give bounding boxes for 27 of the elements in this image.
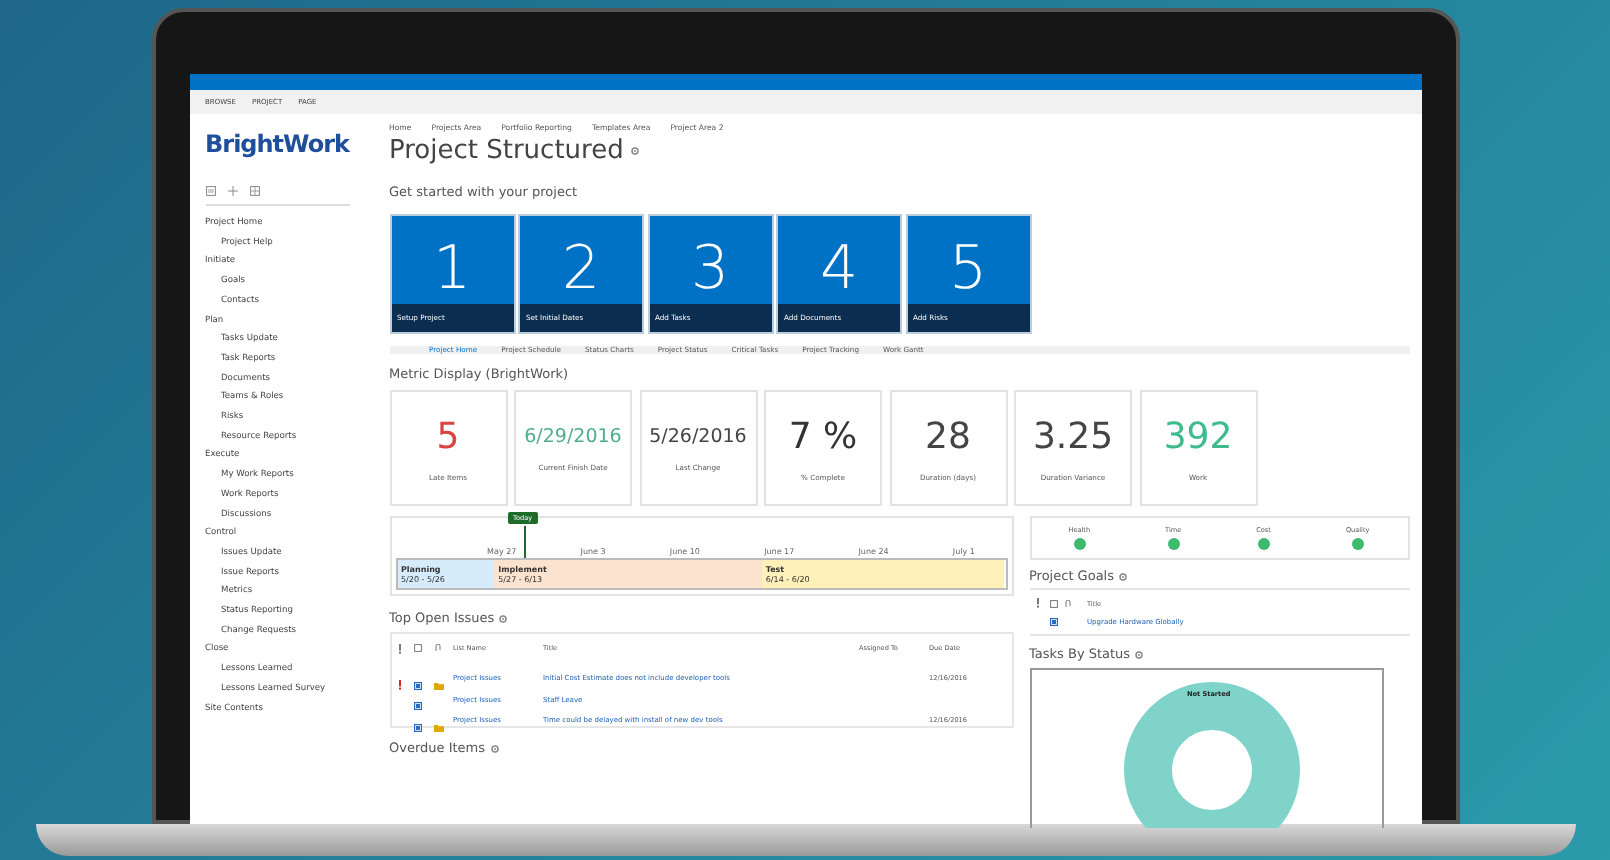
metric-value: 28 <box>925 415 971 457</box>
grid-icon[interactable] <box>249 186 259 196</box>
metric-value: 7 % <box>788 415 858 457</box>
metric-value: 5 <box>436 415 460 457</box>
attachment-icon <box>1063 599 1073 607</box>
page-title: Project Structured <box>389 136 624 166</box>
list-icon[interactable] <box>205 186 215 196</box>
metric-value: 392 <box>1163 415 1233 457</box>
gear-icon <box>1118 571 1128 581</box>
gear-icon <box>629 146 640 156</box>
checkbox-icon <box>413 723 421 731</box>
gear-icon <box>1134 649 1145 659</box>
gear-icon <box>498 613 509 623</box>
metric-value: 3.25 <box>1032 415 1114 457</box>
move-icon[interactable] <box>227 186 237 196</box>
checkbox-icon <box>1049 617 1057 625</box>
metric-value: 5/26/2016 <box>649 425 747 447</box>
checkbox-icon <box>413 644 421 653</box>
gear-icon <box>489 743 500 753</box>
folder-icon <box>433 723 443 731</box>
checkbox-icon <box>413 702 421 710</box>
attachment-icon <box>433 644 443 653</box>
checkbox-icon <box>413 681 421 689</box>
checkbox-icon <box>1049 599 1057 607</box>
folder-icon <box>433 681 443 689</box>
logo: BrightWork <box>205 130 352 158</box>
metric-value: 6/29/2016 <box>524 425 622 447</box>
